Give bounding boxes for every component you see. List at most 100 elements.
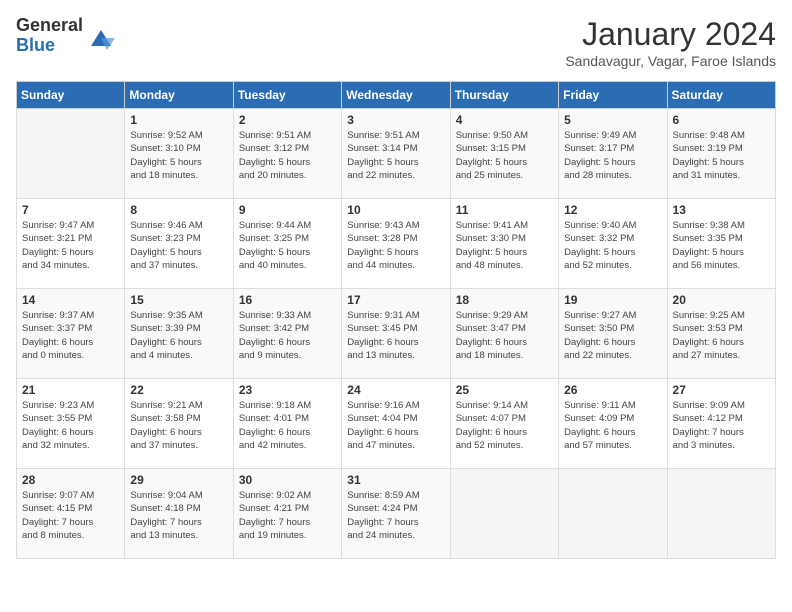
day-info: Sunrise: 9:02 AMSunset: 4:21 PMDaylight:… <box>239 489 336 542</box>
weekday-friday: Friday <box>559 82 667 109</box>
day-info: Sunrise: 9:25 AMSunset: 3:53 PMDaylight:… <box>673 309 770 362</box>
day-number: 14 <box>22 293 119 307</box>
week-row-1: 1Sunrise: 9:52 AMSunset: 3:10 PMDaylight… <box>17 109 776 199</box>
logo: General Blue <box>16 16 115 56</box>
day-info: Sunrise: 9:07 AMSunset: 4:15 PMDaylight:… <box>22 489 119 542</box>
day-info: Sunrise: 9:51 AMSunset: 3:14 PMDaylight:… <box>347 129 444 182</box>
day-number: 26 <box>564 383 661 397</box>
day-info: Sunrise: 9:47 AMSunset: 3:21 PMDaylight:… <box>22 219 119 272</box>
weekday-saturday: Saturday <box>667 82 775 109</box>
day-number: 22 <box>130 383 227 397</box>
day-info: Sunrise: 9:40 AMSunset: 3:32 PMDaylight:… <box>564 219 661 272</box>
calendar-cell: 6Sunrise: 9:48 AMSunset: 3:19 PMDaylight… <box>667 109 775 199</box>
calendar-cell: 1Sunrise: 9:52 AMSunset: 3:10 PMDaylight… <box>125 109 233 199</box>
day-number: 3 <box>347 113 444 127</box>
calendar-cell: 9Sunrise: 9:44 AMSunset: 3:25 PMDaylight… <box>233 199 341 289</box>
day-number: 13 <box>673 203 770 217</box>
calendar-cell: 3 Sunrise: 9:51 AMSunset: 3:14 PMDaylight… <box>342 109 450 199</box>
day-number: 2 <box>239 113 336 127</box>
title-section: January 2024 Sandavagur, Vagar, Faroe Is… <box>565 16 776 69</box>
day-info: Sunrise: 9:11 AMSunset: 4:09 PMDaylight:… <box>564 399 661 452</box>
calendar-cell: 13Sunrise: 9:38 AMSunset: 3:35 PMDayligh… <box>667 199 775 289</box>
day-info: Sunrise: 9:48 AMSunset: 3:19 PMDaylight:… <box>673 129 770 182</box>
calendar-cell: 21Sunrise: 9:23 AMSunset: 3:55 PMDayligh… <box>17 379 125 469</box>
week-row-4: 21Sunrise: 9:23 AMSunset: 3:55 PMDayligh… <box>17 379 776 469</box>
month-title: January 2024 <box>565 16 776 53</box>
day-info: Sunrise: 9:51 AMSunset: 3:12 PMDaylight:… <box>239 129 336 182</box>
day-number: 15 <box>130 293 227 307</box>
day-info: Sunrise: 9:04 AMSunset: 4:18 PMDaylight:… <box>130 489 227 542</box>
weekday-thursday: Thursday <box>450 82 558 109</box>
location: Sandavagur, Vagar, Faroe Islands <box>565 53 776 69</box>
calendar-cell: 28 Sunrise: 9:07 AMSunset: 4:15 PMDayligh… <box>17 469 125 559</box>
day-info: Sunrise: 9:37 AMSunset: 3:37 PMDaylight:… <box>22 309 119 362</box>
day-info: Sunrise: 9:43 AMSunset: 3:28 PMDaylight:… <box>347 219 444 272</box>
day-number: 24 <box>347 383 444 397</box>
calendar-cell: 29Sunrise: 9:04 AMSunset: 4:18 PMDayligh… <box>125 469 233 559</box>
day-number: 1 <box>130 113 227 127</box>
day-info: Sunrise: 9:33 AMSunset: 3:42 PMDaylight:… <box>239 309 336 362</box>
calendar-cell: 20 Sunrise: 9:25 AMSunset: 3:53 PMDayligh… <box>667 289 775 379</box>
calendar-cell: 26 Sunrise: 9:11 AMSunset: 4:09 PMDayligh… <box>559 379 667 469</box>
day-number: 31 <box>347 473 444 487</box>
calendar-cell: 11 Sunrise: 9:41 AMSunset: 3:30 PMDayligh… <box>450 199 558 289</box>
logo-blue: Blue <box>16 36 83 56</box>
day-number: 12 <box>564 203 661 217</box>
day-number: 5 <box>564 113 661 127</box>
calendar-body: 1Sunrise: 9:52 AMSunset: 3:10 PMDaylight… <box>17 109 776 559</box>
calendar-cell <box>450 469 558 559</box>
day-info: Sunrise: 9:14 AMSunset: 4:07 PMDaylight:… <box>456 399 553 452</box>
day-number: 23 <box>239 383 336 397</box>
calendar-cell: 30 Sunrise: 9:02 AMSunset: 4:21 PMDayligh… <box>233 469 341 559</box>
day-number: 27 <box>673 383 770 397</box>
day-number: 11 <box>456 203 553 217</box>
calendar-cell: 7 Sunrise: 9:47 AMSunset: 3:21 PMDaylight… <box>17 199 125 289</box>
calendar-cell: 8Sunrise: 9:46 AMSunset: 3:23 PMDaylight… <box>125 199 233 289</box>
day-info: Sunrise: 9:41 AMSunset: 3:30 PMDaylight:… <box>456 219 553 272</box>
calendar-cell: 12 Sunrise: 9:40 AMSunset: 3:32 PMDayligh… <box>559 199 667 289</box>
calendar-cell: 15 Sunrise: 9:35 AMSunset: 3:39 PMDayligh… <box>125 289 233 379</box>
day-number: 17 <box>347 293 444 307</box>
calendar-cell: 19 Sunrise: 9:27 AMSunset: 3:50 PMDayligh… <box>559 289 667 379</box>
calendar-cell <box>17 109 125 199</box>
calendar-cell: 17 Sunrise: 9:31 AMSunset: 3:45 PMDayligh… <box>342 289 450 379</box>
calendar-table: SundayMondayTuesdayWednesdayThursdayFrid… <box>16 81 776 559</box>
weekday-tuesday: Tuesday <box>233 82 341 109</box>
calendar-cell: 27 Sunrise: 9:09 AMSunset: 4:12 PMDayligh… <box>667 379 775 469</box>
day-number: 21 <box>22 383 119 397</box>
day-number: 7 <box>22 203 119 217</box>
day-number: 8 <box>130 203 227 217</box>
logo-general: General <box>16 16 83 36</box>
calendar-cell: 23 Sunrise: 9:18 AMSunset: 4:01 PMDayligh… <box>233 379 341 469</box>
day-number: 16 <box>239 293 336 307</box>
weekday-wednesday: Wednesday <box>342 82 450 109</box>
calendar-cell: 4Sunrise: 9:50 AMSunset: 3:15 PMDaylight… <box>450 109 558 199</box>
day-info: Sunrise: 9:16 AMSunset: 4:04 PMDaylight:… <box>347 399 444 452</box>
day-number: 19 <box>564 293 661 307</box>
day-info: Sunrise: 9:35 AMSunset: 3:39 PMDaylight:… <box>130 309 227 362</box>
calendar-cell: 5Sunrise: 9:49 AMSunset: 3:17 PMDaylight… <box>559 109 667 199</box>
calendar-cell: 18Sunrise: 9:29 AMSunset: 3:47 PMDayligh… <box>450 289 558 379</box>
day-number: 28 <box>22 473 119 487</box>
day-number: 20 <box>673 293 770 307</box>
weekday-sunday: Sunday <box>17 82 125 109</box>
day-number: 9 <box>239 203 336 217</box>
week-row-5: 28 Sunrise: 9:07 AMSunset: 4:15 PMDayligh… <box>17 469 776 559</box>
day-info: Sunrise: 8:59 AMSunset: 4:24 PMDaylight:… <box>347 489 444 542</box>
calendar-cell: 10 Sunrise: 9:43 AMSunset: 3:28 PMDayligh… <box>342 199 450 289</box>
day-info: Sunrise: 9:18 AMSunset: 4:01 PMDaylight:… <box>239 399 336 452</box>
day-number: 10 <box>347 203 444 217</box>
logo-icon <box>87 22 115 50</box>
day-info: Sunrise: 9:31 AMSunset: 3:45 PMDaylight:… <box>347 309 444 362</box>
weekday-monday: Monday <box>125 82 233 109</box>
week-row-2: 7 Sunrise: 9:47 AMSunset: 3:21 PMDaylight… <box>17 199 776 289</box>
calendar-cell <box>559 469 667 559</box>
day-info: Sunrise: 9:09 AMSunset: 4:12 PMDaylight:… <box>673 399 770 452</box>
day-info: Sunrise: 9:27 AMSunset: 3:50 PMDaylight:… <box>564 309 661 362</box>
calendar-cell <box>667 469 775 559</box>
day-info: Sunrise: 9:50 AMSunset: 3:15 PMDaylight:… <box>456 129 553 182</box>
day-info: Sunrise: 9:21 AMSunset: 3:58 PMDaylight:… <box>130 399 227 452</box>
day-number: 30 <box>239 473 336 487</box>
day-info: Sunrise: 9:29 AMSunset: 3:47 PMDaylight:… <box>456 309 553 362</box>
calendar-cell: 16 Sunrise: 9:33 AMSunset: 3:42 PMDayligh… <box>233 289 341 379</box>
